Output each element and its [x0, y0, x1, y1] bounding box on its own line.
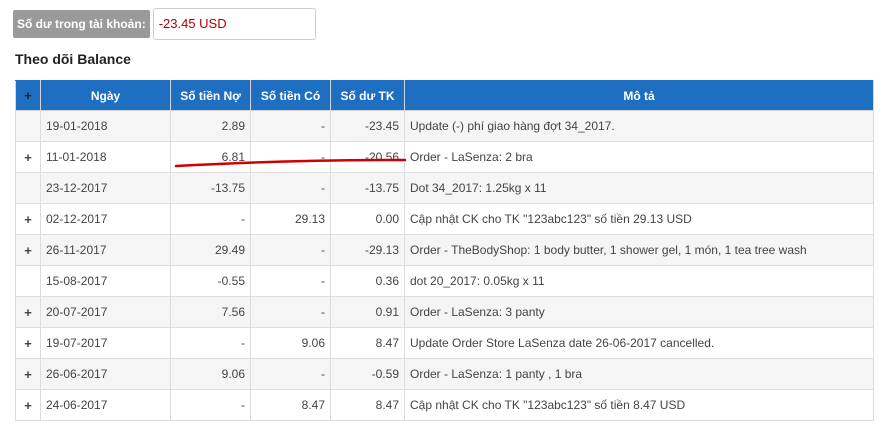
row-expand-button[interactable]: +	[15, 203, 41, 235]
cell-credit: -	[250, 265, 331, 297]
cell-date: 19-07-2017	[40, 327, 171, 359]
cell-date: 02-12-2017	[40, 203, 171, 235]
row-expand-button	[15, 110, 41, 142]
cell-balance: 0.36	[330, 265, 405, 297]
header-debit: Số tiền Nợ	[170, 80, 251, 111]
cell-description: Order - LaSenza: 2 bra	[404, 141, 874, 173]
table-row: +20-07-2017 7.56-0.91 Order - LaSenza: 3 p…	[15, 296, 874, 328]
section-title: Theo dõi Balance	[15, 51, 131, 67]
cell-description: Order - LaSenza: 3 panty	[404, 296, 874, 328]
table-row: +26-06-2017 9.06- -0.59 Order - LaSenza: 1 …	[15, 358, 874, 390]
account-balance-bar: Số dư trong tài khoản: -23.45 USD	[13, 8, 316, 40]
cell-credit: -	[250, 110, 331, 142]
cell-date: 26-06-2017	[40, 358, 171, 390]
cell-debit: 2.89	[170, 110, 251, 142]
cell-description: Dot 34_2017: 1.25kg x 11	[404, 172, 874, 204]
header-expand-all[interactable]: +	[15, 80, 41, 111]
header-balance: Số dư TK	[330, 80, 405, 111]
cell-credit: -	[250, 358, 331, 390]
cell-description: dot 20_2017: 0.05kg x 11	[404, 265, 874, 297]
cell-credit: -	[250, 234, 331, 266]
cell-date: 24-06-2017	[40, 389, 171, 421]
row-expand-button[interactable]: +	[15, 234, 41, 266]
cell-balance: -23.45	[330, 110, 405, 142]
row-expand-button[interactable]: +	[15, 296, 41, 328]
cell-date: 15-08-2017	[40, 265, 171, 297]
cell-debit: 29.49	[170, 234, 251, 266]
cell-balance: 0.91	[330, 296, 405, 328]
table-row: +02-12-2017-29.13 0.00 Cập nhật CK cho TK …	[15, 203, 874, 235]
table-header-row: + Ngày Số tiền Nợ Số tiền Có Số dư TK Mô…	[15, 80, 874, 111]
cell-description: Update (-) phí giao hàng đợt 34_2017.	[404, 110, 874, 142]
header-credit: Số tiền Có	[250, 80, 331, 111]
header-date: Ngày	[40, 80, 171, 111]
table-row: +19-07-2017-9.06 8.47 Update Order Store L…	[15, 327, 874, 359]
cell-debit: -	[170, 327, 251, 359]
cell-debit: -0.55	[170, 265, 251, 297]
row-expand-button	[15, 265, 41, 297]
row-expand-button[interactable]: +	[15, 327, 41, 359]
cell-balance: -13.75	[330, 172, 405, 204]
cell-credit: 8.47	[250, 389, 331, 421]
table-row: +24-06-2017-8.47 8.47 Cập nhật CK cho TK "…	[15, 389, 874, 421]
balance-page: Số dư trong tài khoản: -23.45 USD Theo d…	[0, 0, 891, 434]
balance-table: + Ngày Số tiền Nợ Số tiền Có Số dư TK Mô…	[15, 80, 874, 421]
cell-description: Order - TheBodyShop: 1 body butter, 1 sh…	[404, 234, 874, 266]
cell-balance: 0.00	[330, 203, 405, 235]
account-balance-label: Số dư trong tài khoản:	[13, 10, 150, 38]
header-description: Mô tả	[404, 80, 874, 111]
cell-balance: -20.56	[330, 141, 405, 173]
cell-debit: 6.81	[170, 141, 251, 173]
cell-debit: 7.56	[170, 296, 251, 328]
cell-balance: -29.13	[330, 234, 405, 266]
cell-debit: -13.75	[170, 172, 251, 204]
cell-description: Update Order Store LaSenza date 26-06-20…	[404, 327, 874, 359]
cell-balance: 8.47	[330, 389, 405, 421]
cell-description: Cập nhật CK cho TK "123abc123" số tiền 8…	[404, 389, 874, 421]
row-expand-button[interactable]: +	[15, 389, 41, 421]
cell-date: 11-01-2018	[40, 141, 171, 173]
cell-credit: -	[250, 172, 331, 204]
table-row: 23-12-2017 -13.75- -13.75 Dot 34_2017: 1.25…	[15, 172, 874, 204]
cell-debit: 9.06	[170, 358, 251, 390]
cell-date: 20-07-2017	[40, 296, 171, 328]
cell-balance: 8.47	[330, 327, 405, 359]
cell-credit: 29.13	[250, 203, 331, 235]
cell-balance: -0.59	[330, 358, 405, 390]
cell-debit: -	[170, 203, 251, 235]
cell-description: Cập nhật CK cho TK "123abc123" số tiền 2…	[404, 203, 874, 235]
row-expand-button[interactable]: +	[15, 358, 41, 390]
cell-date: 19-01-2018	[40, 110, 171, 142]
cell-credit: -	[250, 296, 331, 328]
cell-date: 23-12-2017	[40, 172, 171, 204]
row-expand-button	[15, 172, 41, 204]
cell-date: 26-11-2017	[40, 234, 171, 266]
cell-description: Order - LaSenza: 1 panty , 1 bra	[404, 358, 874, 390]
account-balance-value: -23.45 USD	[152, 8, 316, 40]
row-expand-button[interactable]: +	[15, 141, 41, 173]
cell-debit: -	[170, 389, 251, 421]
table-row: 15-08-2017 -0.55-0.36 dot 20_2017: 0.05kg …	[15, 265, 874, 297]
table-row: +26-11-2017 29.49- -29.13 Order - TheBodySh…	[15, 234, 874, 266]
table-body: 19-01-2018 2.89- -23.45 Update (-) phí giao…	[15, 110, 874, 421]
table-row: +11-01-2018 6.81- -20.56 Order - LaSenza: 2…	[15, 141, 874, 173]
cell-credit: 9.06	[250, 327, 331, 359]
cell-credit: -	[250, 141, 331, 173]
table-row: 19-01-2018 2.89- -23.45 Update (-) phí giao…	[15, 110, 874, 142]
